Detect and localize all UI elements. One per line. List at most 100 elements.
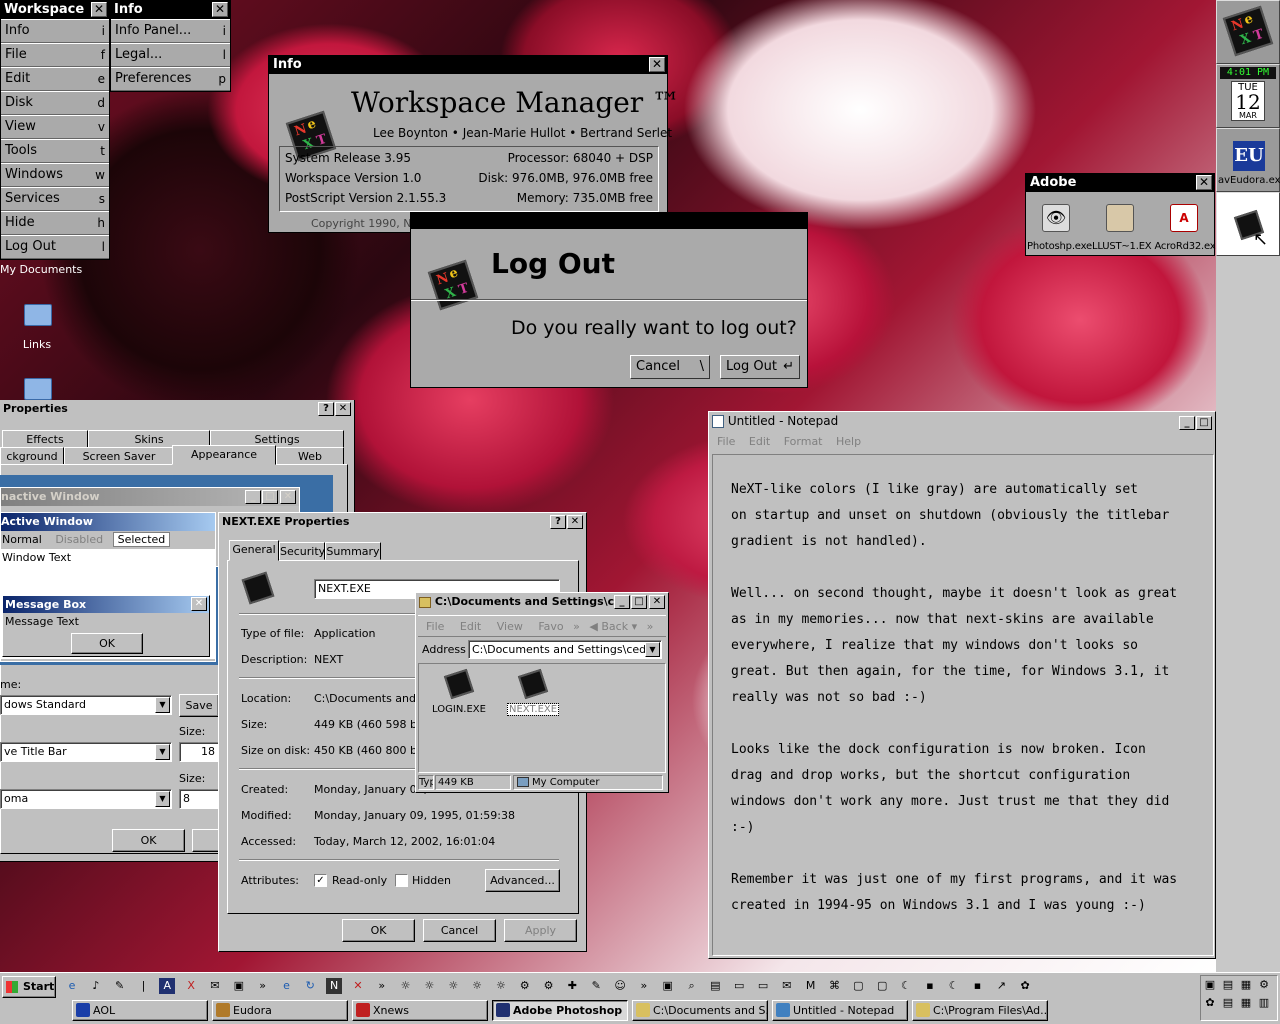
task-eudora[interactable]: Eudora xyxy=(212,1000,348,1021)
tray-icon[interactable]: ▦ xyxy=(1238,995,1254,1011)
moon-icon[interactable]: ☾ xyxy=(898,978,914,994)
tool-icon[interactable]: ⚙ xyxy=(517,978,533,994)
menu-item-view[interactable]: View v xyxy=(1,115,109,139)
menu-view[interactable]: View xyxy=(497,620,523,633)
search-icon[interactable]: ⌕ xyxy=(684,978,700,994)
menu-edit[interactable]: Edit xyxy=(460,620,481,633)
dock-clock-tile[interactable]: 4:01 PM TUE 12 MAR xyxy=(1216,64,1280,128)
scheme-select[interactable]: dows Standard ▼ xyxy=(0,695,172,715)
acrobat-icon[interactable]: A xyxy=(1170,204,1198,232)
chevron-down-icon[interactable]: ▼ xyxy=(155,697,170,713)
close-icon[interactable]: ✕ xyxy=(335,402,351,416)
tray-icon[interactable]: ▦ xyxy=(1238,977,1254,993)
notepad-icon[interactable]: ✎ xyxy=(112,978,128,994)
close-icon[interactable]: ✕ xyxy=(1196,175,1212,190)
menu-item-info[interactable]: Info i xyxy=(1,19,109,43)
n-icon[interactable]: N xyxy=(326,978,343,994)
help-icon[interactable]: ? xyxy=(318,402,334,416)
hidden-checkbox[interactable] xyxy=(395,874,408,887)
moon-icon[interactable]: ☾ xyxy=(946,978,962,994)
refresh-icon[interactable]: ↻ xyxy=(302,978,318,994)
hidden-label[interactable]: Hidden xyxy=(412,874,451,887)
tray-icon[interactable]: ▤ xyxy=(1220,977,1236,993)
close-icon[interactable]: ✕ xyxy=(649,595,665,609)
chevron-right-icon[interactable]: » xyxy=(255,978,271,994)
tool-icon[interactable]: ☼ xyxy=(469,978,485,994)
item-select[interactable]: ve Title Bar ▼ xyxy=(0,742,172,762)
terminal-icon[interactable]: ▪ xyxy=(922,978,938,994)
speaker-icon[interactable]: ♪ xyxy=(88,978,104,994)
chevron-down-icon[interactable]: ▼ xyxy=(155,744,170,760)
menu-item-tools[interactable]: Tools t xyxy=(1,139,109,163)
close-icon[interactable]: ✕ xyxy=(91,2,107,17)
tool-icon[interactable]: ☼ xyxy=(398,978,414,994)
tray-icon[interactable]: ▣ xyxy=(1202,977,1218,993)
help-icon[interactable]: ? xyxy=(550,515,566,529)
dock-next-tile[interactable]: NeXT xyxy=(1216,0,1280,64)
minimize-icon[interactable]: _ xyxy=(1179,416,1195,430)
menu-file[interactable]: File xyxy=(426,620,444,633)
network-icon[interactable]: ⌘ xyxy=(827,978,843,994)
font-select[interactable]: oma ▼ xyxy=(0,789,172,809)
ok-button[interactable]: OK xyxy=(112,829,185,852)
close-icon[interactable]: ✕ xyxy=(567,515,583,529)
chevron-right-icon[interactable]: | xyxy=(135,978,151,994)
back-button[interactable]: ◀ Back ▾ xyxy=(589,620,637,633)
login-exe-icon[interactable] xyxy=(443,668,475,700)
xnews-icon[interactable]: X xyxy=(183,978,199,994)
menu-item-edit[interactable]: Edit e xyxy=(1,67,109,91)
file-login-exe[interactable]: LOGIN.EXE xyxy=(429,704,489,715)
chevron-right-icon[interactable]: » xyxy=(374,978,390,994)
mask-icon[interactable]: ☺ xyxy=(612,978,628,994)
mail-icon[interactable]: ✉ xyxy=(207,978,223,994)
chevron-down-icon[interactable]: ▼ xyxy=(645,642,660,657)
menu-item-file[interactable]: File f xyxy=(1,43,109,67)
font-size-field[interactable]: 8 xyxy=(179,789,219,809)
tab-general[interactable]: General xyxy=(229,540,279,561)
menu-item-services[interactable]: Services s xyxy=(1,187,109,211)
folder-icon[interactable]: ▭ xyxy=(731,978,747,994)
chevron-right-icon[interactable]: » xyxy=(647,620,654,633)
chevron-right-icon[interactable]: » xyxy=(573,620,580,633)
menu-file[interactable]: File xyxy=(717,435,735,448)
tray-icon[interactable]: ✿ xyxy=(1202,995,1218,1011)
tool-icon[interactable]: ✎ xyxy=(588,978,604,994)
apply-button[interactable]: Apply xyxy=(504,919,577,942)
chevron-right-icon[interactable]: » xyxy=(636,978,652,994)
mail-icon[interactable]: ✉ xyxy=(779,978,795,994)
ie-icon[interactable]: e xyxy=(64,978,80,994)
dock-eudora-tile[interactable]: EU avEudora.exe xyxy=(1216,128,1280,192)
task-aol[interactable]: AOL xyxy=(72,1000,208,1021)
menu-item-windows[interactable]: Windows w xyxy=(1,163,109,187)
links-folder-icon[interactable] xyxy=(22,300,52,330)
x-icon[interactable]: ✕ xyxy=(350,978,366,994)
chevron-down-icon[interactable]: ▼ xyxy=(155,791,170,807)
tray-icon[interactable]: ▤ xyxy=(1220,995,1236,1011)
task-explorer[interactable]: C:\Documents and S... xyxy=(632,1000,768,1021)
menu-item-logout[interactable]: Log Out l xyxy=(1,235,109,259)
address-field[interactable]: C:\Documents and Settings\cedr ▼ xyxy=(468,640,662,659)
task-photoshop[interactable]: Adobe Photoshop xyxy=(492,1000,628,1021)
task-program-files[interactable]: C:\Program Files\Ad... xyxy=(912,1000,1048,1021)
menu-format[interactable]: Format xyxy=(784,435,823,448)
menu-help[interactable]: Help xyxy=(836,435,861,448)
readonly-checkbox[interactable]: ✓ xyxy=(314,874,327,887)
advanced-button[interactable]: Advanced... xyxy=(485,869,560,892)
folder-icon[interactable]: ▭ xyxy=(755,978,771,994)
photoshop-icon[interactable]: A xyxy=(159,978,176,994)
illustrator-icon[interactable] xyxy=(1106,204,1134,232)
tray-icon[interactable]: ▥ xyxy=(1256,995,1272,1011)
tool-icon[interactable]: ✚ xyxy=(564,978,580,994)
window-icon[interactable]: ▤ xyxy=(707,978,723,994)
item-size-field[interactable]: 18 xyxy=(179,742,219,762)
menu-item-info-panel[interactable]: Info Panel... i xyxy=(111,19,230,43)
task-xnews[interactable]: Xnews xyxy=(352,1000,488,1021)
tab-effects[interactable]: Effects xyxy=(2,430,88,448)
maximize-icon[interactable]: □ xyxy=(631,595,647,609)
folder-icon[interactable] xyxy=(22,376,52,400)
image-icon[interactable]: ▣ xyxy=(660,978,676,994)
m-icon[interactable]: M xyxy=(803,978,819,994)
monitor-icon[interactable]: ▢ xyxy=(874,978,890,994)
file-next-exe[interactable]: NEXT.EXE xyxy=(507,703,560,716)
menu-item-preferences[interactable]: Preferences p xyxy=(111,67,230,91)
